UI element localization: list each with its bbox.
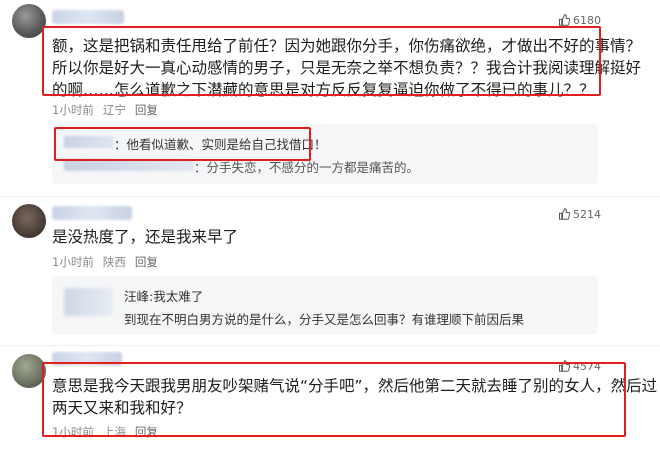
username-blurred[interactable]	[52, 10, 124, 24]
comment-line: 的啊……怎么道歉之下潜藏的意思是对方反反复复逼迫你做了不得已的事儿？？	[52, 81, 595, 99]
comment-meta: 1小时前 辽宁 回复	[52, 102, 167, 118]
comment-location: 上海	[102, 425, 126, 439]
like-button[interactable]: 5214	[558, 208, 601, 221]
comment-time: 1小时前	[52, 255, 94, 269]
username-blurred[interactable]	[52, 352, 122, 366]
reply-button[interactable]: 回复	[135, 103, 158, 117]
comment-time: 1小时前	[52, 425, 94, 439]
reply-text: 到现在不明白男方说的是什么，分手又是怎么回事？有谁理顺下前因后果	[124, 312, 525, 327]
comment-text: 意思是我今天跟我男朋友吵架赌气说“分手吧”，然后他第二天就去睡了别的女人，然后过…	[52, 375, 657, 419]
comment-line: 额，这是把锅和责任甩给了前任？因为她跟你分手，你伤痛欲绝，才做出不好的事情？	[52, 37, 642, 55]
comment-line: 两天又来和我和好？	[52, 399, 192, 417]
reply-text: ：他看似道歉、实则是给自己找借口！	[114, 137, 327, 152]
comment-text: 是没热度了，还是我来早了	[52, 226, 238, 248]
reply-button[interactable]: 回复	[135, 255, 158, 269]
reply-username-blurred[interactable]	[64, 288, 112, 316]
reply-text: ：分手失恋，不感分的一方都是痛苦的。	[194, 160, 420, 175]
reply-text: 汪峰:我太难了	[124, 289, 204, 304]
thumbs-up-icon	[559, 14, 570, 26]
comment-meta: 1小时前 陕西 回复	[52, 254, 167, 270]
avatar[interactable]	[12, 204, 46, 238]
thumbs-up-icon	[559, 208, 570, 220]
reply-thread: ：他看似道歉、实则是给自己找借口！ ：分手失恋，不感分的一方都是痛苦的。	[52, 124, 598, 184]
divider	[0, 196, 660, 197]
comment-location: 辽宁	[102, 103, 126, 117]
reply-username-blurred[interactable]	[64, 159, 194, 171]
like-count: 6180	[573, 14, 601, 27]
reply-button[interactable]: 回复	[135, 425, 158, 439]
username-blurred[interactable]	[52, 206, 132, 220]
comment-line: 是没热度了，还是我来早了	[52, 228, 239, 246]
comment-line: 意思是我今天跟我男朋友吵架赌气说“分手吧”，然后他第二天就去睡了别的女人，然后过	[52, 377, 658, 395]
divider	[0, 345, 660, 346]
comment-location: 陕西	[102, 255, 126, 269]
comment-line: 所以你是好大一真心动感情的男子，只是无奈之举不想负责？？我合计我阅读理解挺好	[52, 59, 642, 77]
comment-meta: 1小时前 上海 回复	[52, 424, 167, 440]
thumbs-up-icon	[559, 360, 570, 372]
like-button[interactable]: 6180	[558, 14, 601, 27]
reply-username-blurred[interactable]	[64, 136, 114, 148]
like-count: 4574	[573, 360, 601, 373]
comment-time: 1小时前	[52, 103, 94, 117]
reply-thread: 汪峰:我太难了 到现在不明白男方说的是什么，分手又是怎么回事？有谁理顺下前因后果	[52, 276, 598, 334]
avatar[interactable]	[12, 4, 46, 38]
like-count: 5214	[573, 208, 601, 221]
comment-text: 额，这是把锅和责任甩给了前任？因为她跟你分手，你伤痛欲绝，才做出不好的事情？ 所…	[52, 35, 641, 101]
avatar[interactable]	[12, 354, 46, 388]
like-button[interactable]: 4574	[558, 360, 601, 373]
